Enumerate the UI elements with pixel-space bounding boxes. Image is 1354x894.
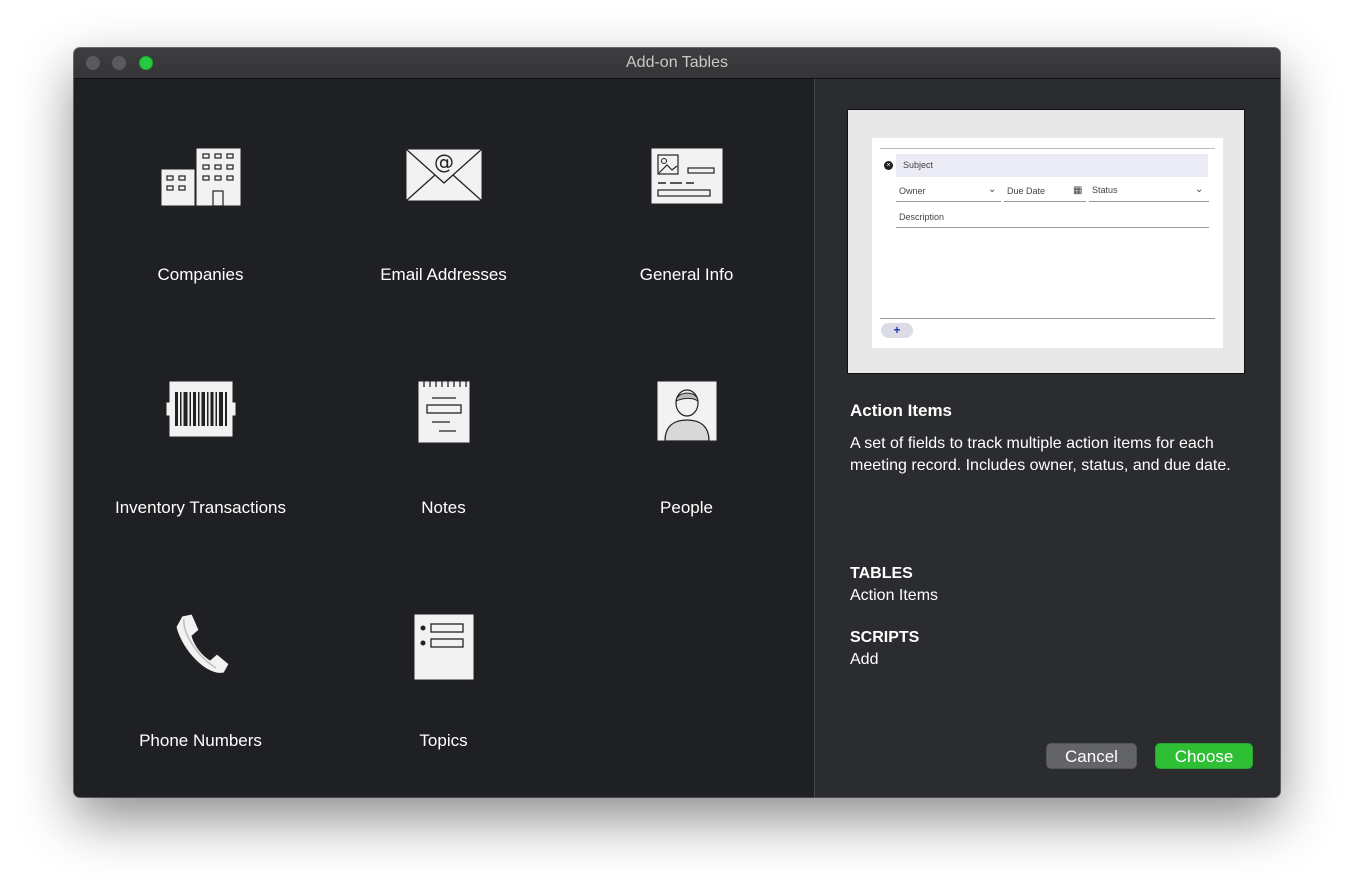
barcode-icon — [165, 380, 237, 443]
chevron-down-icon: ⌄ — [988, 184, 997, 195]
envelope-icon: @ — [405, 147, 483, 208]
tile-label: Companies — [157, 265, 244, 284]
tile-label: Topics — [419, 731, 468, 750]
preview-due-date-label: Due Date — [1007, 186, 1046, 196]
preview-subject-label: Subject — [903, 160, 934, 170]
tile-label: People — [660, 498, 713, 517]
svg-text:@: @ — [434, 150, 454, 174]
tile-topics[interactable]: Topics — [322, 545, 565, 778]
divider — [880, 318, 1215, 319]
preview-status-label: Status — [1092, 185, 1118, 195]
tile-email-addresses[interactable]: @ Email Addresses — [322, 79, 565, 312]
tables-value: Action Items — [850, 587, 939, 604]
list-icon — [413, 613, 475, 686]
tile-inventory-transactions[interactable]: Inventory Transactions — [79, 312, 322, 545]
tile-label: Notes — [421, 498, 466, 517]
delete-icon: × — [884, 161, 893, 170]
divider — [1089, 201, 1209, 202]
tile-general-info[interactable]: General Info — [565, 79, 808, 312]
tile-label: Email Addresses — [380, 265, 507, 284]
calendar-icon: ▦ — [1073, 185, 1083, 196]
preview-form: × Subject Owner ⌄ Due Date ▦ Status ⌄ De… — [872, 138, 1223, 348]
phone-icon — [172, 613, 230, 682]
scripts-value: Add — [850, 651, 879, 668]
divider — [1004, 201, 1086, 202]
divider — [896, 227, 1209, 228]
person-icon — [656, 380, 718, 447]
tile-companies[interactable]: Companies — [79, 79, 322, 312]
chevron-down-icon: ⌄ — [1195, 184, 1204, 195]
window-title: Add-on Tables — [626, 54, 728, 71]
preview-add-button: + — [881, 323, 913, 338]
preview-owner-label: Owner — [899, 186, 926, 196]
title-bar: Add-on Tables — [74, 48, 1280, 79]
tile-label: Inventory Transactions — [114, 498, 287, 517]
tables-heading: TABLES — [850, 565, 913, 582]
tile-label: General Info — [639, 265, 734, 284]
preview-subject-field: Subject — [896, 154, 1208, 177]
add-on-grid: Companies @ Email Addresses General Info… — [74, 79, 814, 797]
divider — [896, 201, 1001, 202]
layout-preview: × Subject Owner ⌄ Due Date ▦ Status ⌄ De… — [847, 109, 1245, 374]
id-card-icon — [650, 147, 724, 210]
detail-panel: × Subject Owner ⌄ Due Date ▦ Status ⌄ De… — [814, 79, 1280, 797]
add-on-description: A set of fields to track multiple action… — [850, 435, 1231, 474]
add-on-title: Action Items — [850, 401, 953, 420]
preview-description-label: Description — [899, 212, 945, 222]
scripts-heading: SCRIPTS — [850, 629, 920, 646]
choose-button[interactable]: Choose — [1155, 743, 1253, 769]
tile-phone-numbers[interactable]: Phone Numbers — [79, 545, 322, 778]
add-on-tables-dialog: Add-on Tables Companies @ Email Addresse… — [74, 48, 1280, 797]
tile-label: Phone Numbers — [139, 731, 262, 750]
building-icon — [160, 147, 242, 212]
cancel-button[interactable]: Cancel — [1046, 743, 1137, 769]
tile-people[interactable]: People — [565, 312, 808, 545]
tile-notes[interactable]: Notes — [322, 312, 565, 545]
notepad-icon — [417, 380, 471, 449]
divider — [880, 148, 1215, 149]
